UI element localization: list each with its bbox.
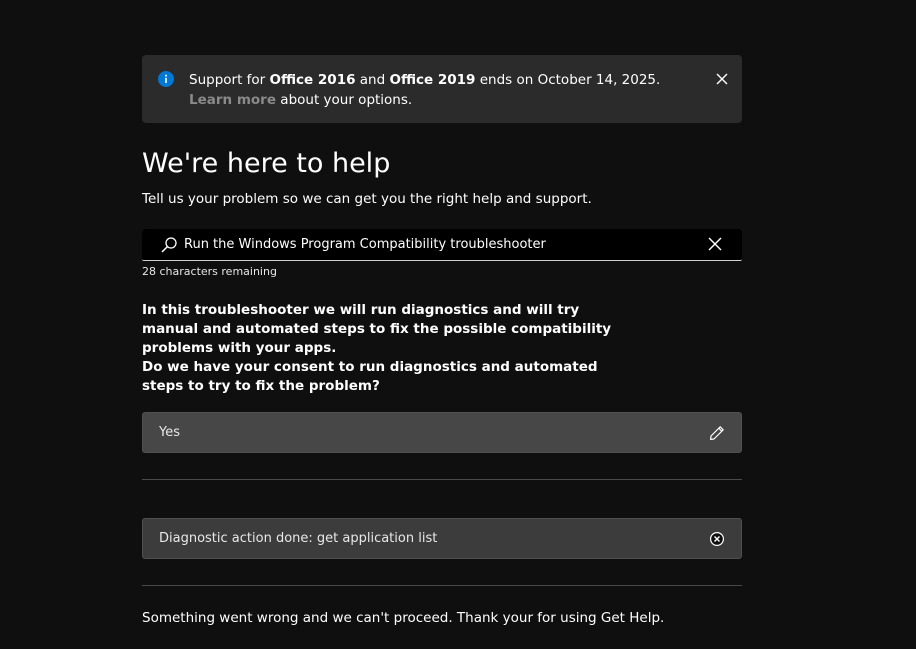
banner-product-1: Office 2016 xyxy=(269,72,356,88)
troubleshooter-intro: In this troubleshooter we will run diagn… xyxy=(142,302,612,356)
divider xyxy=(142,479,742,480)
info-banner: Support for Office 2016 and Office 2019 … xyxy=(142,55,742,123)
search-box[interactable] xyxy=(142,229,742,261)
learn-more-link[interactable]: Learn more xyxy=(189,92,276,108)
answer-yes-box[interactable]: Yes xyxy=(142,412,742,453)
diagnostic-status-box: Diagnostic action done: get application … xyxy=(142,518,742,559)
characters-remaining: 28 characters remaining xyxy=(142,265,277,278)
divider xyxy=(142,585,742,586)
final-message: Something went wrong and we can't procee… xyxy=(142,610,665,626)
main-content: Support for Office 2016 and Office 2019 … xyxy=(142,55,742,626)
banner-message: Support for Office 2016 and Office 2019 … xyxy=(189,72,661,108)
search-input[interactable] xyxy=(184,229,684,259)
page-title: We're here to help xyxy=(142,148,391,179)
close-icon[interactable] xyxy=(714,71,730,87)
pencil-icon[interactable] xyxy=(709,425,725,441)
page-subtitle: Tell us your problem so we can get you t… xyxy=(142,191,592,207)
search-icon xyxy=(161,237,177,253)
diagnostic-status-label: Diagnostic action done: get application … xyxy=(159,531,438,546)
answer-yes-label: Yes xyxy=(159,425,180,440)
info-icon xyxy=(158,71,174,87)
consent-question: Do we have your consent to run diagnosti… xyxy=(142,359,598,394)
banner-product-2: Office 2019 xyxy=(389,72,476,88)
error-circle-icon xyxy=(710,532,724,546)
clear-search-icon[interactable] xyxy=(708,237,722,251)
